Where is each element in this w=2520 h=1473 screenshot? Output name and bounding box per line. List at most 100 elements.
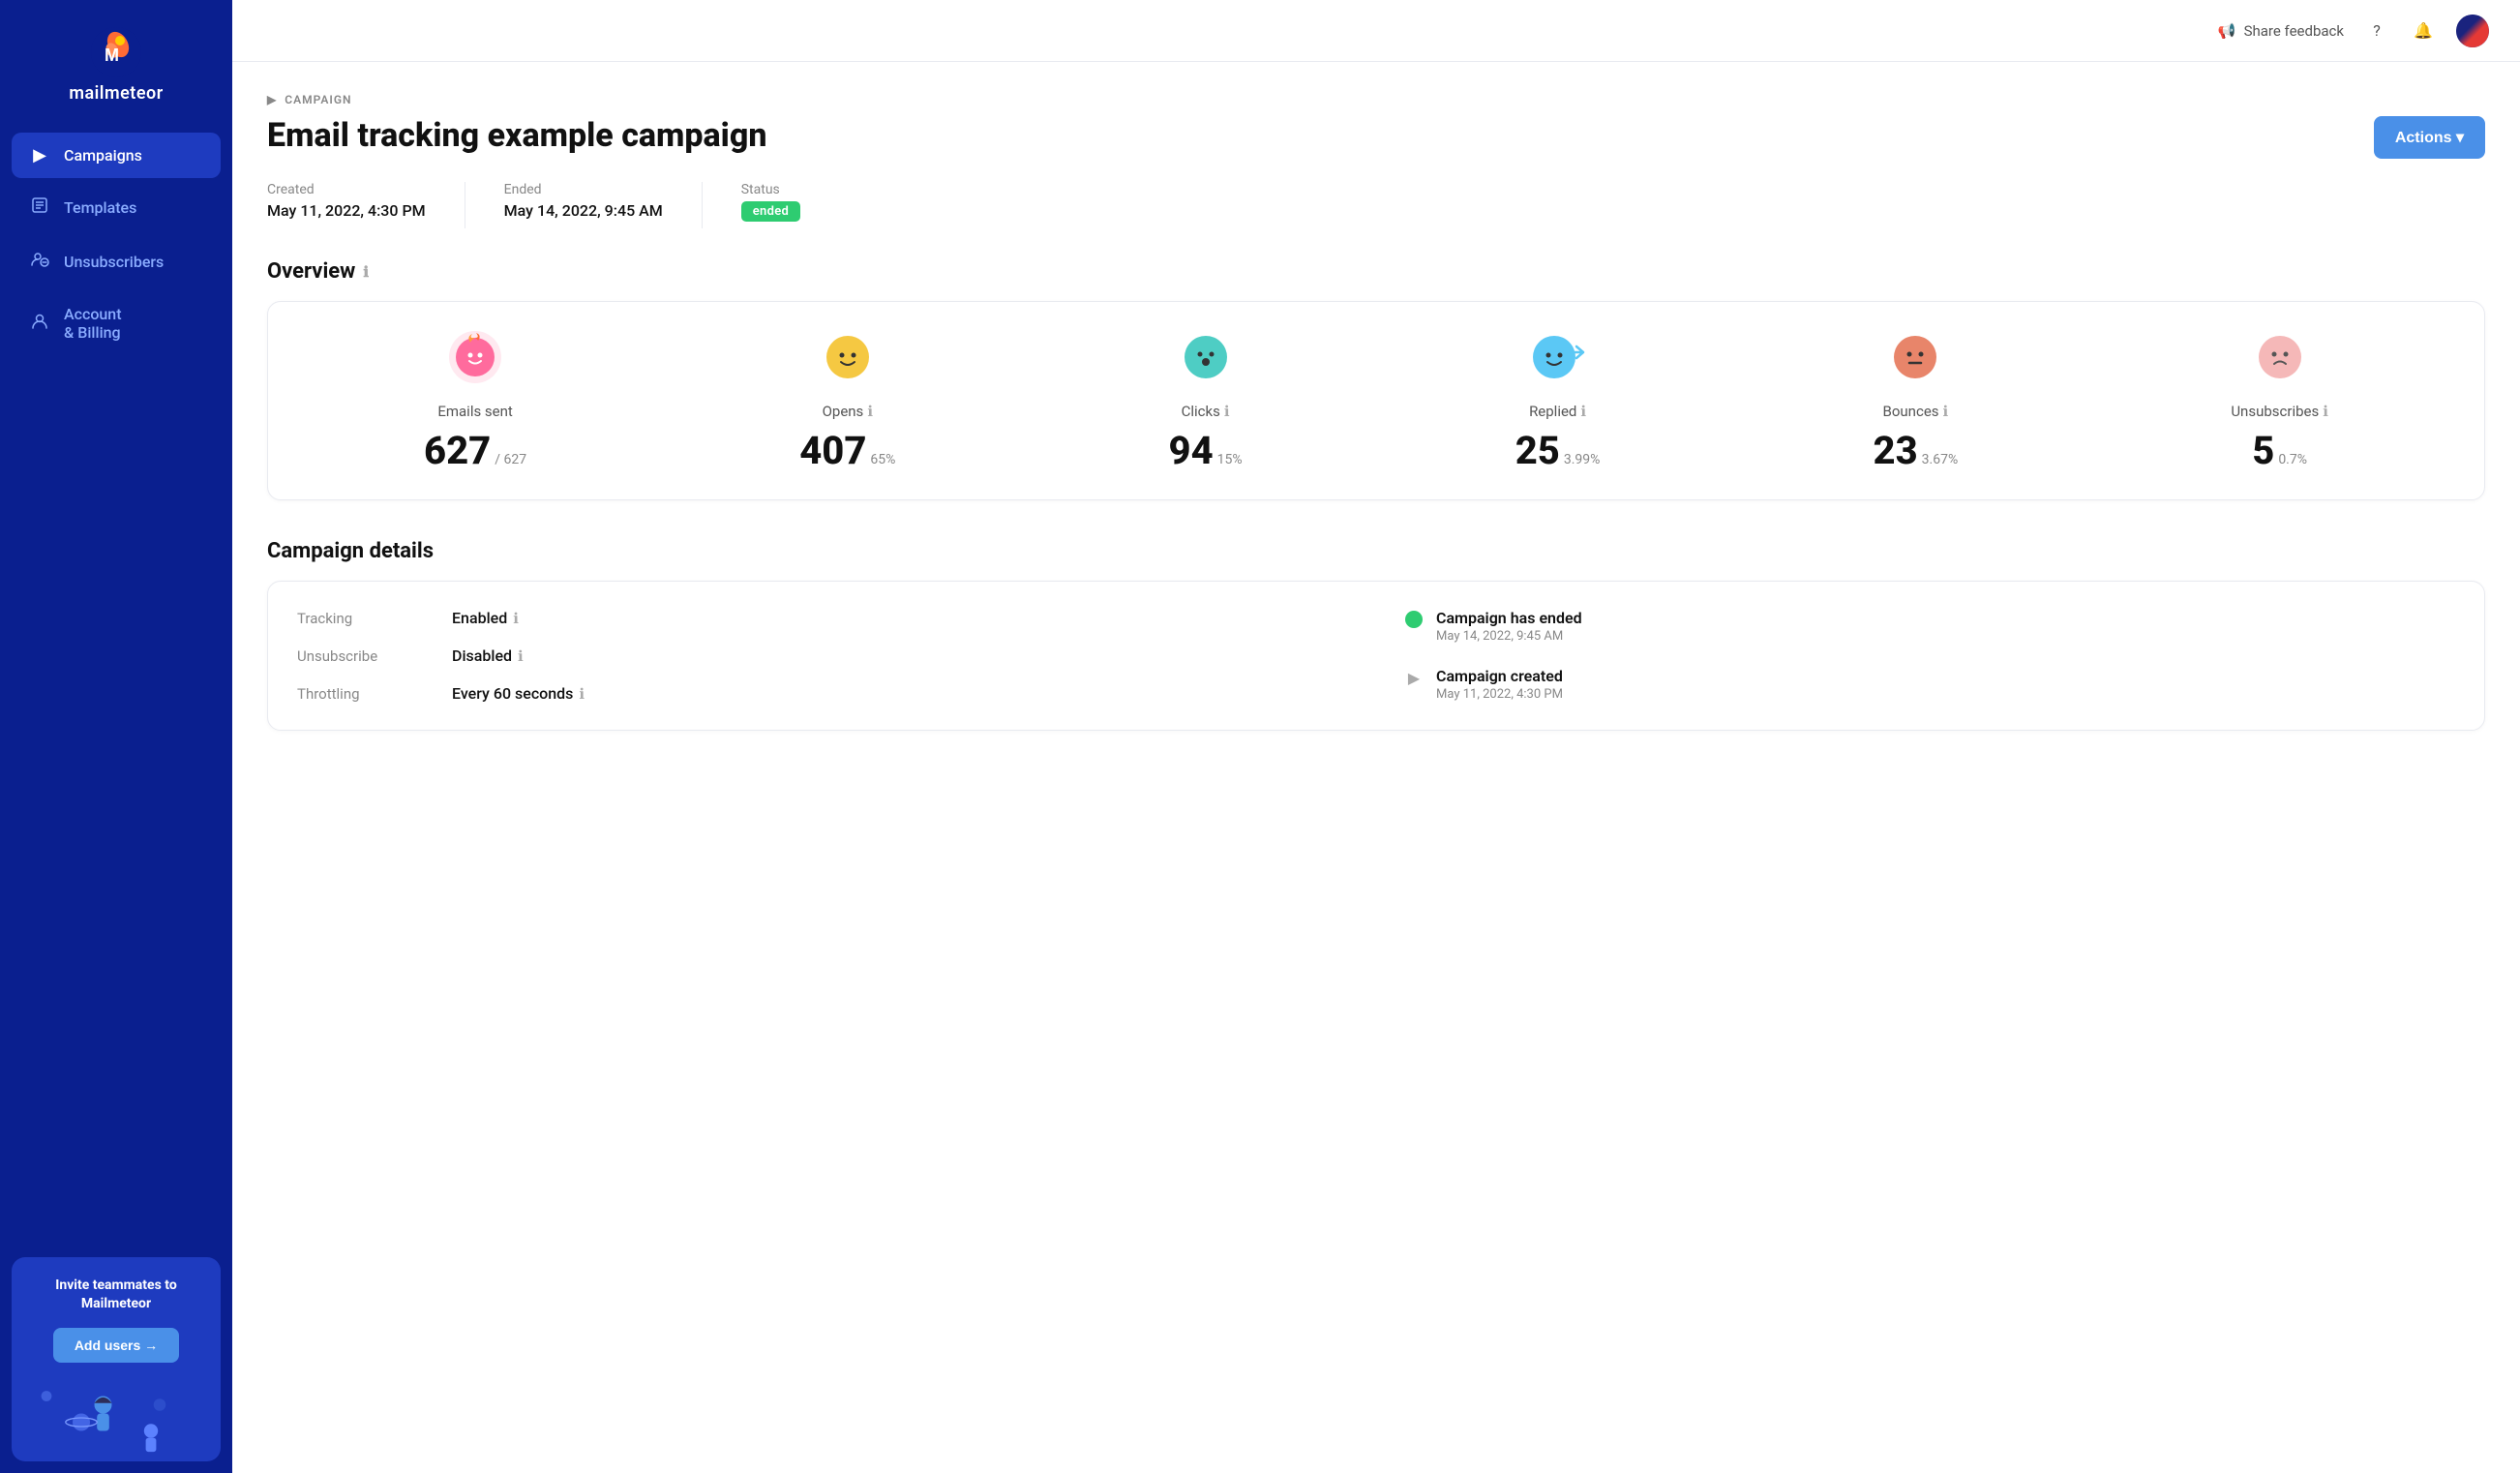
clicks-label: Clicks ℹ [1182,403,1230,420]
timeline-date-ended: May 14, 2022, 9:45 AM [1436,629,1582,644]
help-icon: ? [2373,21,2381,40]
opens-emoji [822,331,874,391]
opens-info-icon[interactable]: ℹ [867,403,873,420]
header: 📢 Share feedback ? 🔔 [232,0,2520,62]
throttling-info-icon[interactable]: ℹ [579,685,585,703]
emails-sent-sub: / 627 [495,452,526,467]
share-feedback-button[interactable]: 📢 Share feedback [2218,22,2344,40]
unsubscribes-number: 5 [2252,432,2274,470]
clicks-info-icon[interactable]: ℹ [1224,403,1230,420]
bell-icon: 🔔 [2414,21,2433,40]
clicks-value: 94 15% [1169,432,1243,470]
replied-label: Replied ℹ [1529,403,1586,420]
bounces-icon [1889,331,1941,383]
account-billing-label: Account& Billing [64,305,122,342]
sidebar-item-templates[interactable]: Templates [12,184,221,231]
opens-icon [822,331,874,383]
templates-label: Templates [64,198,136,217]
logo-icon: M [91,27,141,77]
stat-unsubscribes: Unsubscribes ℹ 5 0.7% [2231,331,2328,470]
stat-replied: Replied ℹ 25 3.99% [1515,331,1601,470]
tracking-value: Enabled ℹ [452,609,519,627]
main-content: 📢 Share feedback ? 🔔 ▶ CAMPAIGN Email tr… [232,0,2520,1473]
details-left: Tracking Enabled ℹ Unsubscribe Disabled … [297,609,1347,703]
details-right: Campaign has ended May 14, 2022, 9:45 AM… [1405,609,2455,703]
breadcrumb: ▶ CAMPAIGN [267,93,2485,106]
sidebar-item-campaigns[interactable]: ▶ Campaigns [12,133,221,178]
campaigns-icon: ▶ [29,145,50,165]
sidebar-item-unsubscribers[interactable]: Unsubscribers [12,237,221,286]
timeline-date-created: May 11, 2022, 4:30 PM [1436,687,1563,702]
status-badge: ended [741,201,800,222]
created-meta: Created May 11, 2022, 4:30 PM [267,182,426,228]
unsubscribes-icon [2254,331,2306,383]
page-header: Email tracking example campaign Actions … [267,116,2485,159]
replied-info-icon[interactable]: ℹ [1580,403,1586,420]
actions-button[interactable]: Actions ▾ [2374,116,2485,159]
campaigns-label: Campaigns [64,146,142,165]
opens-label: Opens ℹ [823,403,873,420]
ended-value: May 14, 2022, 9:45 AM [504,201,663,220]
unsubscribes-info-icon[interactable]: ℹ [2323,403,2328,420]
campaign-meta: Created May 11, 2022, 4:30 PM Ended May … [267,182,2485,228]
details-label: Campaign details [267,539,434,563]
bounces-emoji [1889,331,1941,391]
sidebar-nav: ▶ Campaigns Templates Unsubscribers Acco… [0,123,232,1246]
timeline-item-created: ▶ Campaign created May 11, 2022, 4:30 PM [1405,667,2455,702]
unsubscribes-value: 5 0.7% [2252,432,2307,470]
timeline-info-created: Campaign created May 11, 2022, 4:30 PM [1436,667,1563,702]
unsubscribe-info-icon[interactable]: ℹ [518,647,524,665]
app-name: mailmeteor [69,83,163,104]
content-area: ▶ CAMPAIGN Email tracking example campai… [232,62,2520,1473]
replied-number: 25 [1515,432,1560,470]
overview-info-icon[interactable]: ℹ [363,263,369,281]
details-section-title: Campaign details [267,539,2485,563]
stat-emails-sent: Emails sent 627 / 627 [424,331,526,470]
bounces-label: Bounces ℹ [1883,403,1949,420]
user-avatar[interactable] [2456,15,2489,47]
unsubscribe-value: Disabled ℹ [452,646,524,665]
help-button[interactable]: ? [2363,17,2390,45]
unsubscribes-pct: 0.7% [2278,452,2307,467]
timeline-info-ended: Campaign has ended May 14, 2022, 9:45 AM [1436,609,1582,644]
unsubscribe-row: Unsubscribe Disabled ℹ [297,646,1347,665]
replied-emoji [1530,331,1586,391]
sidebar-logo: M mailmeteor [0,0,232,123]
stat-clicks: Clicks ℹ 94 15% [1169,331,1243,470]
clicks-number: 94 [1169,432,1214,470]
clicks-emoji [1180,331,1232,391]
emails-sent-label: Emails sent [437,403,512,420]
tracking-row: Tracking Enabled ℹ [297,609,1347,627]
details-card: Tracking Enabled ℹ Unsubscribe Disabled … [267,581,2485,731]
tracking-key: Tracking [297,610,423,627]
timeline-title-created: Campaign created [1436,667,1563,685]
clicks-icon [1180,331,1232,383]
created-label: Created [267,182,426,197]
throttling-key: Throttling [297,685,423,703]
emails-sent-icon [449,331,501,383]
bounces-info-icon[interactable]: ℹ [1943,403,1949,420]
sidebar-item-account-billing[interactable]: Account& Billing [12,292,221,354]
unsubscribe-key: Unsubscribe [297,647,423,665]
emails-sent-number: 627 [424,432,491,470]
overview-card: Emails sent 627 / 627 Opens ℹ [267,301,2485,500]
timeline-title-ended: Campaign has ended [1436,609,1582,627]
unsubscribes-label: Unsubscribes ℹ [2231,403,2328,420]
unsubscribers-icon [29,250,50,274]
bounces-value: 23 3.67% [1874,432,1959,470]
unsubscribers-label: Unsubscribers [64,253,164,271]
bounces-number: 23 [1874,432,1918,470]
throttling-row: Throttling Every 60 seconds ℹ [297,684,1347,703]
tracking-info-icon[interactable]: ℹ [513,610,519,627]
add-users-button[interactable]: Add users → [53,1328,179,1363]
stat-bounces: Bounces ℹ 23 3.67% [1874,331,1959,470]
meta-divider-2 [702,182,703,228]
breadcrumb-label: CAMPAIGN [285,93,351,106]
account-icon [29,312,50,336]
notifications-button[interactable]: 🔔 [2410,17,2437,45]
unsubscribes-emoji [2254,331,2306,391]
svg-text:M: M [105,45,119,65]
ended-label: Ended [504,182,663,197]
replied-pct: 3.99% [1564,452,1601,467]
invite-card: Invite teammates to Mailmeteor Add users… [12,1257,221,1461]
